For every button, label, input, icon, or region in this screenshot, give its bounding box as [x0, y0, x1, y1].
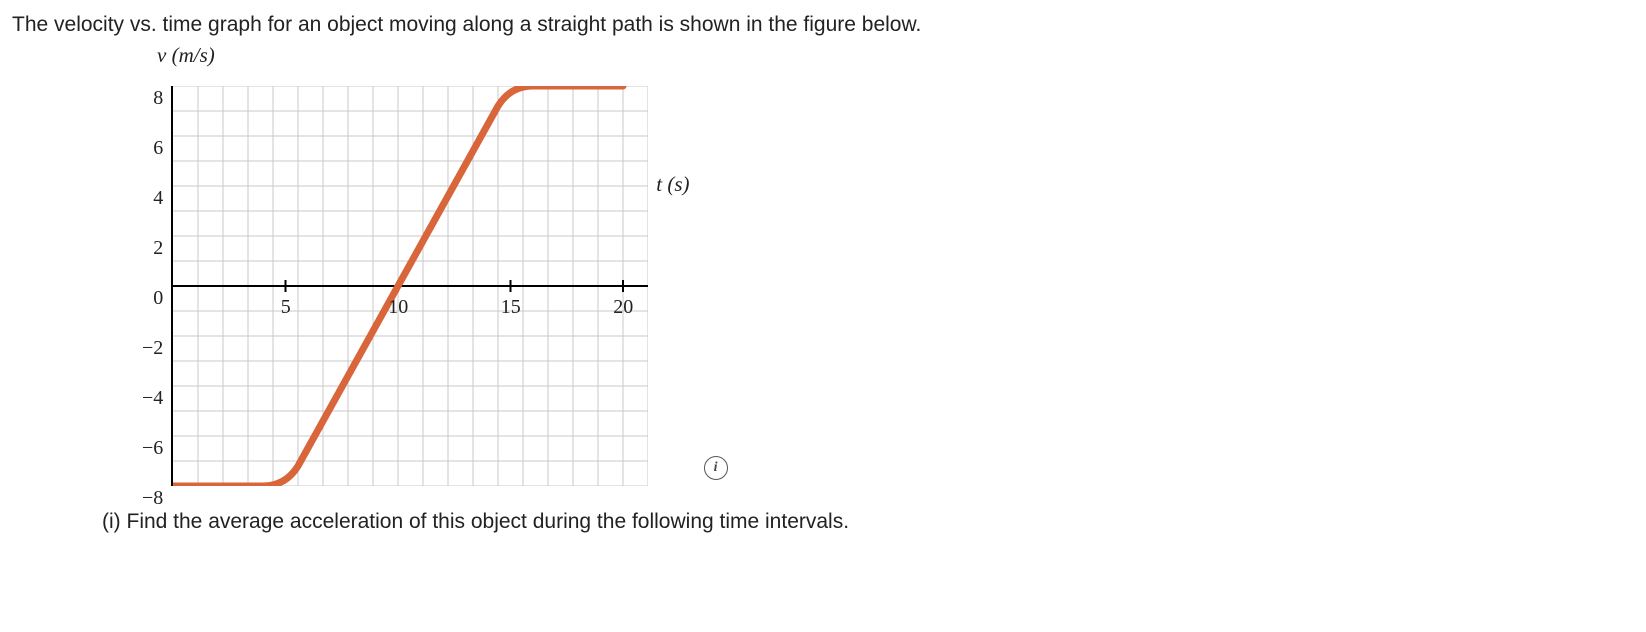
y-tick: 4	[153, 186, 163, 211]
info-icon[interactable]: i	[704, 456, 728, 480]
x-tick: 15	[501, 296, 521, 319]
y-tick: 2	[153, 236, 163, 261]
y-tick: −4	[142, 386, 163, 411]
y-tick: −2	[142, 336, 163, 361]
x-tick: 10	[388, 296, 408, 319]
y-tick: 0	[153, 286, 163, 311]
y-tick: −8	[142, 486, 163, 511]
sub-question: (i) Find the average acceleration of thi…	[102, 510, 1634, 534]
y-axis-tick-labels: 8 6 4 2 0 −2 −4 −6 −8	[142, 86, 171, 486]
x-axis-title: t (s)	[656, 172, 689, 197]
problem-statement: The velocity vs. time graph for an objec…	[12, 10, 1634, 39]
plot-area: 5 10 15 20	[171, 86, 648, 486]
chart-svg	[173, 86, 648, 486]
y-tick: −6	[142, 436, 163, 461]
y-axis-title: v (m/s)	[157, 43, 1634, 68]
y-tick: 6	[153, 136, 163, 161]
figure: v (m/s) 8 6 4 2 0 −2 −4 −6 −8	[142, 43, 1634, 486]
x-tick: 20	[613, 296, 633, 319]
y-tick: 8	[153, 86, 163, 111]
x-tick: 5	[281, 296, 291, 319]
